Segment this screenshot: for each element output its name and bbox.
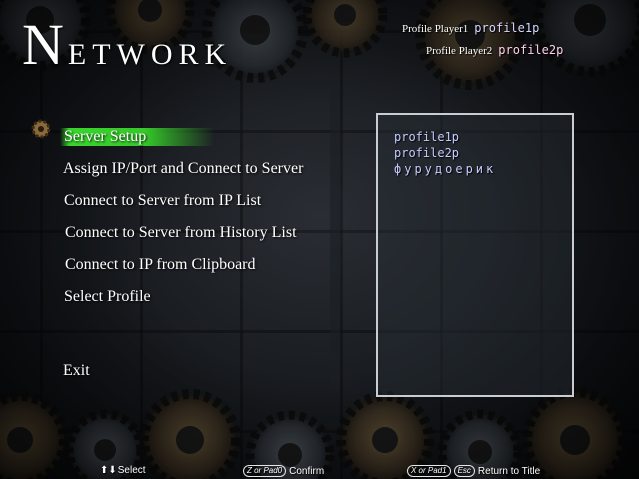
profile-player2-value: profile2p — [498, 43, 564, 57]
hint-confirm: Z or Pad0 Confirm — [243, 465, 324, 477]
profile-player2-label: Profile Player2 — [426, 45, 493, 57]
profile-player1-value: profile1p — [474, 21, 540, 35]
hint-return: X or Pad1 Esc Return to Title — [407, 465, 540, 477]
profile-list-panel: profile1p profile2p фурудоерик — [376, 113, 574, 397]
network-screen: NETWORK Profile Player1 profile1p Profile… — [0, 0, 639, 479]
up-down-arrow-icon: ⬆⬇ — [100, 465, 117, 476]
title-rest: ETWORK — [67, 38, 233, 71]
menu-item-connect-history-list[interactable]: Connect to Server from History List — [65, 224, 297, 242]
controls-hint-bar: ⬆⬇ Select Z or Pad0 Confirm X or Pad1 Es… — [0, 462, 639, 479]
profile-list-item[interactable]: profile2p — [394, 147, 459, 160]
menu-item-exit[interactable]: Exit — [63, 362, 90, 380]
profile-player1-indicator: Profile Player1 profile1p — [402, 21, 539, 35]
hint-confirm-label: Confirm — [289, 465, 325, 477]
menu-item-server-setup[interactable]: Server Setup — [60, 128, 214, 146]
hint-select-label: Select — [117, 465, 146, 476]
hint-return-label: Return to Title — [477, 465, 541, 477]
profile-list-item[interactable]: фурудоерик — [394, 163, 496, 176]
page-title: NETWORK — [22, 16, 232, 74]
menu-item-assign-ip-port[interactable]: Assign IP/Port and Connect to Server — [63, 160, 303, 178]
profile-player1-label: Profile Player1 — [402, 23, 469, 35]
confirm-keycap-icon: Z or Pad0 — [243, 465, 287, 477]
esc-keycap-icon: Esc — [453, 465, 475, 477]
profile-player2-indicator: Profile Player2 profile2p — [426, 43, 563, 57]
menu-item-connect-ip-list[interactable]: Connect to Server from IP List — [64, 192, 261, 210]
back-keycap-icon: X or Pad1 — [407, 465, 451, 477]
menu-item-connect-clipboard[interactable]: Connect to IP from Clipboard — [65, 256, 256, 274]
profile-list-item[interactable]: profile1p — [394, 131, 459, 144]
title-initial: N — [22, 12, 68, 77]
hint-select: ⬆⬇ Select — [100, 465, 146, 476]
menu-cursor-gear-icon — [31, 119, 51, 139]
menu-item-select-profile[interactable]: Select Profile — [64, 288, 151, 306]
